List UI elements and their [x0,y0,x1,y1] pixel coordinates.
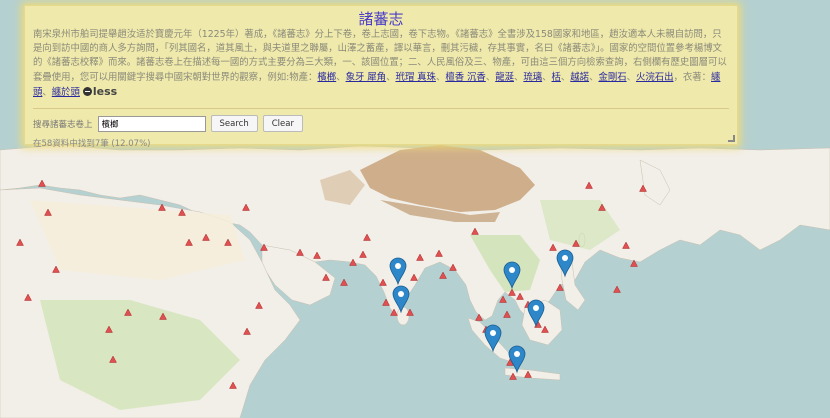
keyword-link[interactable]: 金剛石 [598,72,626,83]
keyword-link[interactable]: 火浣石出 [636,72,674,83]
clear-button[interactable]: Clear [262,115,303,132]
description: 南宋泉州市舶司提舉趙汝适於寶慶元年（1225年）著成，《諸蕃志》分上下卷，卷上志… [33,28,729,106]
keyword-link[interactable]: 檀香 沉香 [445,72,485,83]
search-button[interactable]: Search [210,115,258,132]
keyword-link[interactable]: 檳榔 [317,72,336,83]
keyword-link[interactable]: 栝 [552,72,561,83]
search-input[interactable] [97,115,206,132]
less-label: less [92,84,118,98]
product-links: 檳榔、象牙 犀角、玳瑁 真珠、檀香 沉香、龍涎、琉璃、栝、越諾、金剛石、火浣石出… [317,71,683,83]
result-count: 在58資料中找到7筆 (12.07%) [33,139,151,149]
sri-lanka-land [396,306,410,326]
keyword-link[interactable]: 龍涎 [495,72,514,83]
resize-handle[interactable] [728,135,735,142]
divider [33,108,729,109]
panel-title: 諸蕃志 [358,10,404,28]
keyword-link[interactable]: 纏於頭 [52,87,80,98]
info-panel: 諸蕃志 南宋泉州市舶司提舉趙汝适於寶慶元年（1225年）著成，《諸蕃志》分上下卷… [24,5,738,149]
keyword-link[interactable]: 琉璃 [523,72,542,83]
less-toggle[interactable]: less [82,84,118,98]
keyword-link[interactable]: 玳瑁 真珠 [395,72,435,83]
keyword-link[interactable]: 象牙 犀角 [346,72,386,83]
keyword-link[interactable]: 越諾 [570,72,589,83]
search-label: 搜尋諸蕃志卷上 [33,119,93,130]
minus-circle-icon [82,86,92,96]
clothing-prefix: 衣著： [682,71,712,83]
search-row: 搜尋諸蕃志卷上 Search Clear [33,115,729,132]
